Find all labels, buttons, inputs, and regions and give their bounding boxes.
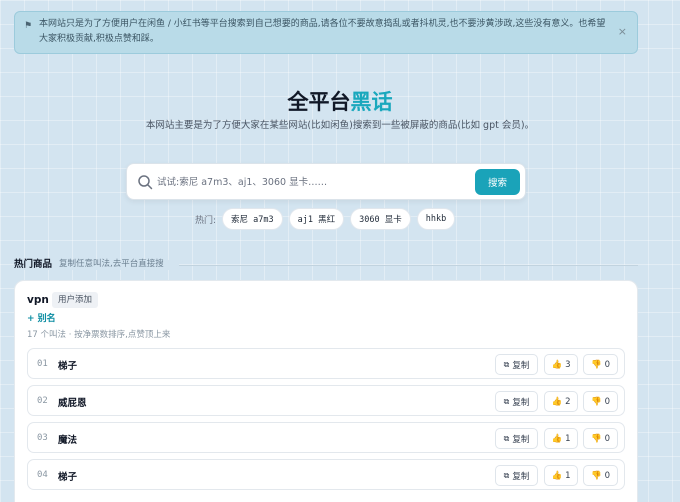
page-subtitle: 本网站主要是为了方便大家在某些网站(比如闲鱼)搜索到一些被屏蔽的商品(比如 gp… [145,120,535,131]
copy-icon: ⧉ [503,470,510,480]
copy-button[interactable]: ⧉ 复制 [495,465,538,486]
search-icon [138,175,153,190]
search-bar: 搜索 [126,163,526,200]
hot-chip[interactable]: aj1 黑红 [288,208,345,230]
hot-label: 热门: [195,215,217,226]
copy-icon: ⧉ [503,359,510,369]
search-button[interactable]: 搜索 [475,169,520,195]
alias-word: 威屁恩 [58,398,87,409]
copy-button[interactable]: ⧉ 复制 [495,428,538,449]
copy-button[interactable]: ⧉ 复制 [495,354,538,375]
section-title: 热门商品 [14,259,53,270]
thumbs-up-icon: 👍 [551,433,563,444]
alias-row: 04 梯子 ⧉ 复制 👍 1 👎 0 [27,459,625,490]
section-hint: 复制任意叫法,去平台直接搜 [59,259,164,269]
copy-button[interactable]: ⧉ 复制 [495,391,538,412]
alias-row: 02 威屁恩 ⧉ 复制 👍 2 👎 0 [27,385,625,416]
alias-rank: 04 [37,470,48,480]
thumbs-up-icon: 👍 [551,470,563,481]
upvote-button[interactable]: 👍 2 [544,391,578,412]
title-main: 全平台 [287,90,351,114]
alias-row: 03 魔法 ⧉ 复制 👍 1 👎 0 [27,422,625,453]
product-name: vpn [27,294,49,306]
close-icon[interactable]: × [618,24,627,39]
hot-chip[interactable]: hhkb [416,208,456,230]
thumbs-down-icon: 👎 [590,359,602,370]
upvote-button[interactable]: 👍 3 [544,354,578,375]
notice-text: 本网站只是为了方便用户在闲鱼 / 小红书等平台搜索到自己想要的商品,请各位不要故… [39,19,606,44]
downvote-button[interactable]: 👎 0 [583,391,618,412]
hot-chip[interactable]: 3060 显卡 [350,208,411,230]
section-header: 热门商品 复制任意叫法,去平台直接搜 [14,256,638,270]
hot-chip[interactable]: 索尼 a7m3 [222,208,283,230]
megaphone-icon: ⚑ [24,21,33,31]
alias-row: 01 梯子 ⧉ 复制 👍 3 👎 0 [27,348,625,379]
thumbs-down-icon: 👎 [590,433,602,444]
page-title: 全平台黑话 [0,86,680,116]
product-card: vpn 用户添加 + 别名 17 个叫法 · 按净票数排序,点赞顶上来 01 梯… [14,280,638,502]
hot-searches: 热门: 索尼 a7m3 aj1 黑红 3060 显卡 hhkb [195,208,456,230]
upvote-button[interactable]: 👍 1 [544,465,578,486]
downvote-button[interactable]: 👎 0 [583,428,618,449]
alias-meta: 17 个叫法 · 按净票数排序,点赞顶上来 [27,330,171,340]
search-input[interactable] [157,173,467,191]
thumbs-up-icon: 👍 [551,359,563,370]
thumbs-up-icon: 👍 [551,396,563,407]
alias-rank: 01 [37,359,48,369]
alias-word: 梯子 [58,361,78,372]
add-alias-link[interactable]: + 别名 [27,311,56,324]
thumbs-down-icon: 👎 [590,396,602,407]
copy-icon: ⧉ [503,396,510,406]
thumbs-down-icon: 👎 [590,470,602,481]
downvote-button[interactable]: 👎 0 [583,354,618,375]
alias-word: 梯子 [58,472,78,483]
alias-rank: 03 [37,433,48,443]
copy-icon: ⧉ [503,433,510,443]
upvote-button[interactable]: 👍 1 [544,428,578,449]
alias-rank: 02 [37,396,48,406]
user-added-badge: 用户添加 [52,292,99,308]
title-accent: 黑话 [350,90,393,114]
notice-banner: ⚑ 本网站只是为了方便用户在闲鱼 / 小红书等平台搜索到自己想要的商品,请各位不… [14,11,638,54]
alias-word: 魔法 [58,435,78,446]
downvote-button[interactable]: 👎 0 [583,465,618,486]
